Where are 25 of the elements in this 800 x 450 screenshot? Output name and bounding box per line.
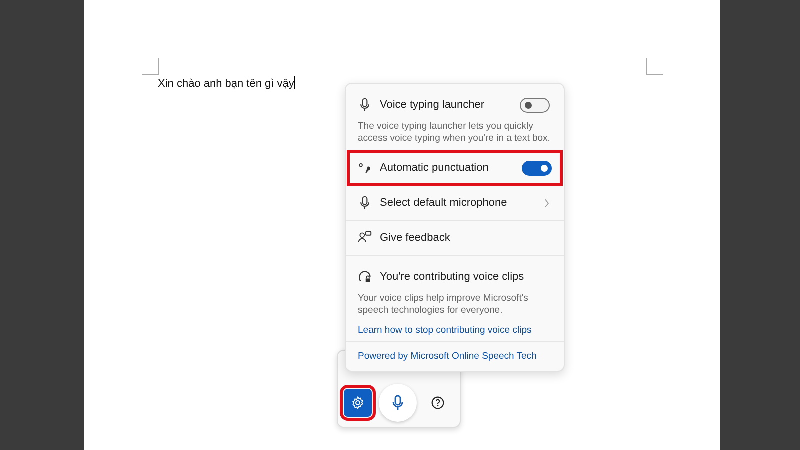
microphone-icon (358, 98, 372, 112)
setting-row[interactable]: Voice typing launcher (356, 91, 554, 119)
document-text[interactable]: Xin chào anh bạn tên gì vậy (158, 76, 296, 90)
settings-button[interactable] (344, 389, 372, 417)
submenu-item[interactable]: Select default microphone (356, 189, 554, 217)
microphone-icon (390, 394, 406, 412)
info-description: Your voice clips help improve Microsoft's speech technologies for everyone. (357, 293, 530, 317)
headset-lock-icon (358, 270, 372, 284)
learn-more-link[interactable]: Learn how to stop contributing voice clips (356, 325, 554, 336)
microphone-icon (358, 196, 372, 210)
chevron-right-icon (544, 198, 550, 208)
help-icon (431, 396, 445, 410)
margin-corner-mark (142, 58, 159, 75)
margin-corner-mark (646, 58, 663, 75)
setting-row[interactable]: Automatic punctuation (350, 153, 560, 183)
punctuation-icon (358, 161, 372, 175)
settings-icon (351, 396, 365, 410)
toggle-switch[interactable] (520, 98, 550, 112)
info-title: You're contributing voice clips (380, 271, 526, 283)
mic-button[interactable] (379, 384, 417, 422)
feedback-icon (358, 231, 372, 245)
setting-description: The voice typing launcher lets you quickly access voice typing when you're in a text box. (357, 121, 552, 145)
powered-by-link[interactable]: Powered by Microsoft Online Speech Tech (356, 351, 554, 362)
menu-item[interactable]: Give feedback (356, 224, 554, 252)
toggle-switch[interactable] (522, 160, 552, 176)
